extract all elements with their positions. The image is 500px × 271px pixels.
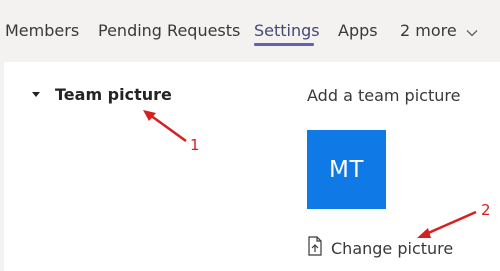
avatar-initials: MT xyxy=(329,156,364,183)
active-tab-indicator xyxy=(254,43,314,46)
annotation-number-2: 2 xyxy=(481,201,491,219)
tab-pending-requests[interactable]: Pending Requests xyxy=(98,21,240,40)
section-title-team-picture[interactable]: Team picture xyxy=(55,85,172,104)
tab-members[interactable]: Members xyxy=(5,21,79,40)
tab-apps[interactable]: Apps xyxy=(338,21,378,40)
chevron-down-icon xyxy=(466,22,478,41)
annotation-number-1: 1 xyxy=(190,136,200,154)
collapse-caret-icon[interactable] xyxy=(32,92,40,97)
change-picture-label: Change picture xyxy=(331,238,454,258)
add-team-picture-label: Add a team picture xyxy=(307,86,461,105)
tab-bar: Members Pending Requests Settings Apps 2… xyxy=(0,0,500,60)
team-avatar: MT xyxy=(307,130,386,209)
tab-settings[interactable]: Settings xyxy=(254,21,320,40)
change-picture-button[interactable]: Change picture xyxy=(307,236,453,260)
upload-file-icon xyxy=(307,236,323,260)
tab-more[interactable]: 2 more xyxy=(400,21,478,41)
tab-more-label: 2 more xyxy=(400,21,457,40)
